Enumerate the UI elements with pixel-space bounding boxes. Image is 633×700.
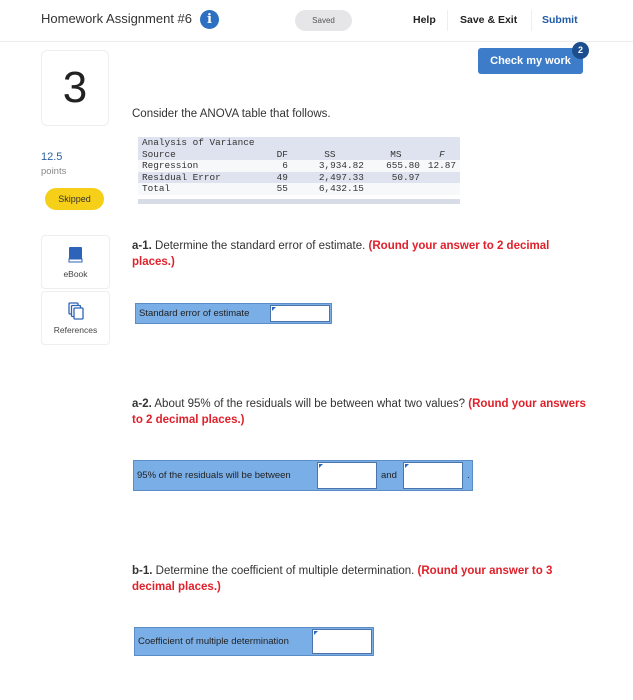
part-a2-question: a-2. About 95% of the residuals will be … bbox=[132, 396, 592, 428]
residual-upper-field[interactable] bbox=[404, 463, 462, 488]
part-lead: a-2. bbox=[132, 398, 152, 410]
anova-cell bbox=[424, 172, 460, 184]
answer-joiner: and bbox=[381, 470, 397, 481]
residual-lower-input[interactable] bbox=[317, 462, 377, 489]
answer-label: Standard error of estimate bbox=[139, 308, 250, 319]
divider bbox=[531, 10, 532, 31]
copy-documents-icon bbox=[68, 302, 84, 320]
part-text: Determine the coefficient of multiple de… bbox=[155, 565, 415, 577]
book-icon bbox=[68, 247, 83, 263]
part-b1-question: b-1. Determine the coefficient of multip… bbox=[132, 563, 592, 595]
anova-header: Source bbox=[142, 148, 176, 160]
ebook-button[interactable]: eBook bbox=[41, 235, 110, 289]
part-a1-question: a-1. Determine the standard error of est… bbox=[132, 238, 592, 270]
anova-cell bbox=[423, 183, 460, 195]
coefficient-input[interactable] bbox=[312, 629, 372, 654]
assignment-title: Homework Assignment #6 bbox=[41, 11, 193, 26]
info-icon[interactable]: i bbox=[200, 10, 219, 29]
standard-error-field[interactable] bbox=[271, 307, 329, 322]
answer-label: 95% of the residuals will be between bbox=[137, 470, 291, 481]
standard-error-input[interactable] bbox=[270, 305, 330, 322]
anova-cell: Regression bbox=[138, 160, 256, 172]
anova-cell: 2,497.33 bbox=[318, 171, 364, 183]
ebook-label: eBook bbox=[63, 269, 88, 279]
anova-cell: 6 bbox=[255, 160, 292, 172]
points-label: points bbox=[41, 166, 67, 177]
question-prompt: Consider the ANOVA table that follows. bbox=[132, 108, 331, 120]
help-link[interactable]: Help bbox=[413, 14, 436, 26]
anova-table: Analysis of Variance Source DF SS MS F R… bbox=[138, 137, 460, 195]
submit-link[interactable]: Submit bbox=[542, 14, 578, 26]
anova-header: F bbox=[439, 148, 445, 160]
points-value: 12.5 bbox=[41, 151, 63, 163]
table-footer-bar bbox=[138, 199, 460, 204]
anova-cell: 655.80 bbox=[367, 160, 424, 172]
anova-header: SS bbox=[324, 148, 336, 160]
anova-cell: 50.97 bbox=[391, 171, 420, 183]
part-text: Determine the standard error of estimate… bbox=[155, 240, 366, 252]
table-row: Regression 6 3,934.82 655.80 12.87 bbox=[138, 160, 460, 172]
anova-cell: Residual Error bbox=[142, 171, 221, 183]
question-number: 3 bbox=[41, 50, 109, 126]
residual-lower-field[interactable] bbox=[318, 463, 376, 488]
anova-cell: 49 bbox=[276, 171, 288, 183]
coefficient-field[interactable] bbox=[313, 630, 371, 653]
anova-header: MS bbox=[390, 148, 402, 160]
part-lead: b-1. bbox=[132, 565, 153, 577]
references-button[interactable]: References bbox=[41, 291, 110, 345]
skipped-status-badge: Skipped bbox=[45, 188, 104, 210]
part-lead: a-1. bbox=[132, 240, 152, 252]
table-row: Total 55 6,432.15 bbox=[138, 183, 460, 195]
check-attempts-badge: 2 bbox=[572, 42, 589, 59]
save-exit-link[interactable]: Save & Exit bbox=[460, 14, 517, 26]
references-label: References bbox=[53, 325, 98, 335]
anova-cell: 3,934.82 bbox=[291, 160, 368, 172]
anova-cell: 12.87 bbox=[423, 160, 460, 172]
divider bbox=[447, 10, 448, 31]
anova-cell: Total bbox=[138, 183, 256, 195]
anova-header: DF bbox=[276, 148, 288, 160]
answer-row-b1: Coefficient of multiple determination bbox=[134, 627, 374, 656]
residual-upper-input[interactable] bbox=[403, 462, 463, 489]
answer-label: Coefficient of multiple determination bbox=[138, 635, 289, 647]
anova-cell: 6,432.15 bbox=[291, 183, 368, 195]
anova-cell: 55 bbox=[255, 183, 292, 195]
answer-row-a2: 95% of the residuals will be between and… bbox=[133, 460, 473, 491]
answer-terminator: . bbox=[467, 470, 470, 481]
part-text: About 95% of the residuals will be betwe… bbox=[154, 398, 466, 410]
anova-title: Analysis of Variance bbox=[142, 137, 255, 148]
answer-row-a1: Standard error of estimate bbox=[135, 303, 332, 324]
top-bar: Homework Assignment #6 i Saved Help Save… bbox=[0, 0, 633, 42]
saved-status-badge: Saved bbox=[295, 10, 352, 31]
check-my-work-button[interactable]: Check my work bbox=[478, 48, 583, 74]
table-row: Residual Error 49 2,497.33 50.97 bbox=[138, 172, 460, 184]
anova-cell bbox=[367, 183, 424, 195]
